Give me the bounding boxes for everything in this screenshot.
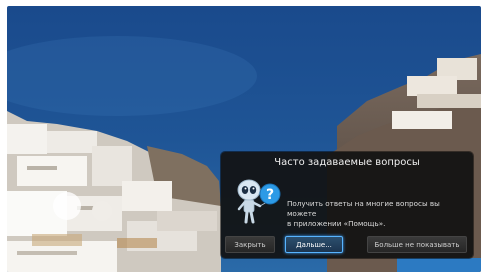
close-button[interactable]: Закрыть xyxy=(225,236,275,253)
svg-text:?: ? xyxy=(266,187,274,203)
next-button[interactable]: Дальше... xyxy=(285,236,343,253)
tv-screen: Часто задаваемые вопросы ? Получить отве… xyxy=(7,6,481,272)
message-line-1: Получить ответы на многие вопросы вы мож… xyxy=(287,199,440,218)
never-show-button[interactable]: Больше не показывать xyxy=(367,236,467,253)
help-mascot-icon: ? xyxy=(237,179,281,224)
dialog-message: Получить ответы на многие вопросы вы мож… xyxy=(287,199,469,229)
faq-dialog: Часто задаваемые вопросы ? Получить отве… xyxy=(221,152,473,258)
dialog-title: Часто задаваемые вопросы xyxy=(274,157,420,168)
message-line-2: в приложении «Помощь». xyxy=(287,219,386,228)
